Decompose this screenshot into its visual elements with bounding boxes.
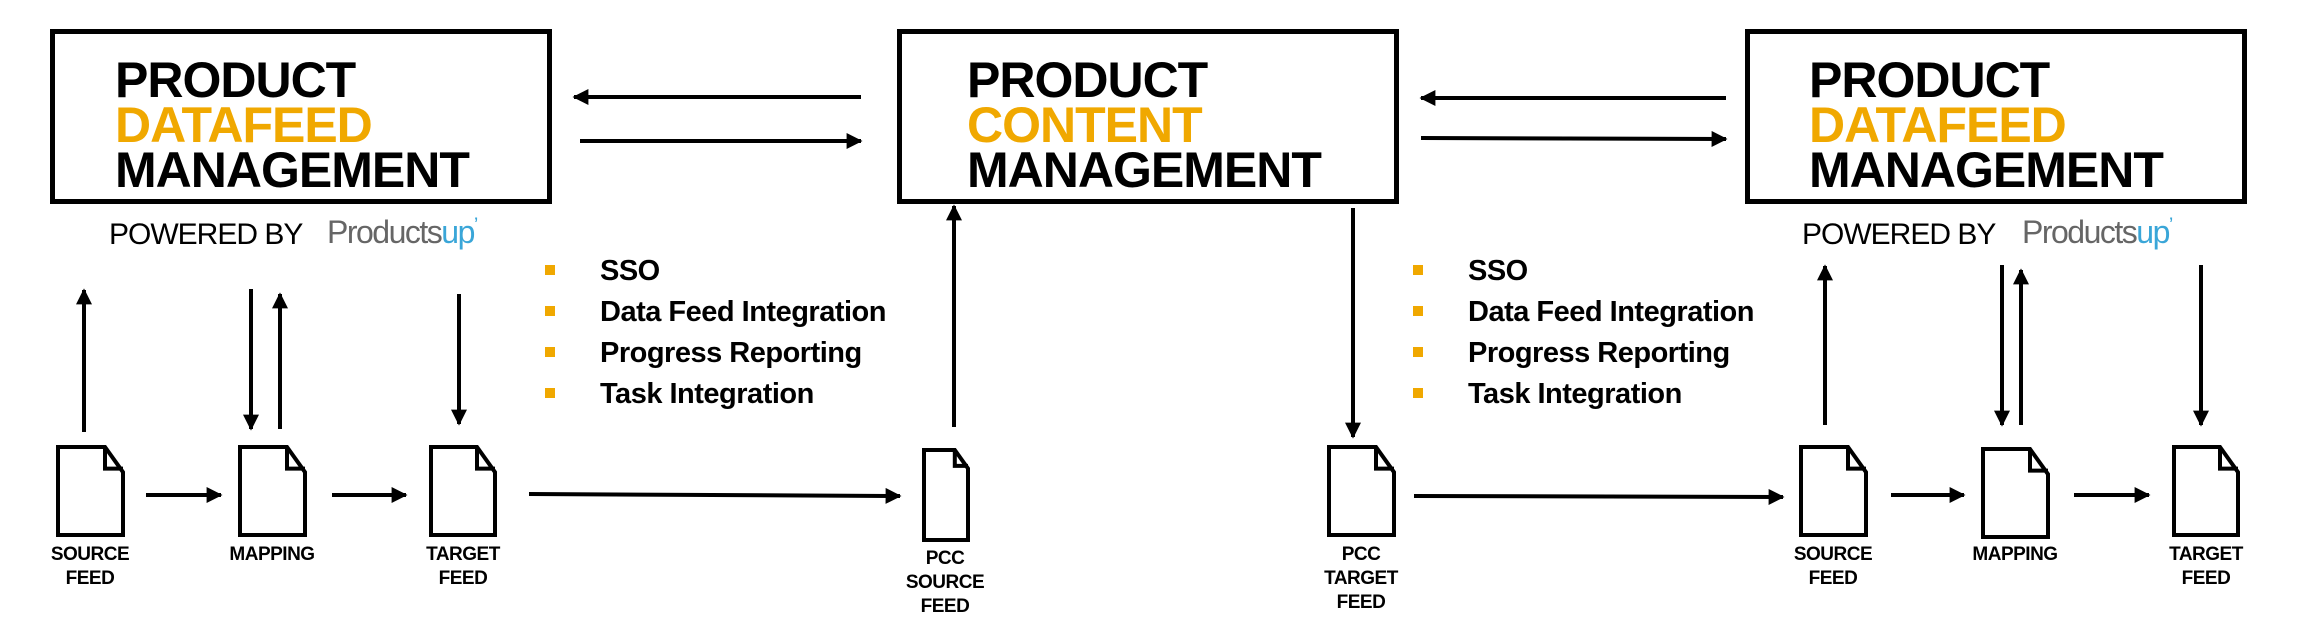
document-icon-pcc-source xyxy=(922,448,970,542)
label-line: FEED xyxy=(1808,568,1858,589)
box-title-line: MANAGEMENT xyxy=(1809,142,2164,198)
label-line: FEED xyxy=(920,596,970,617)
logo-mark-icon: ’ xyxy=(2168,214,2173,237)
label-line: FEED xyxy=(438,568,488,589)
arrow-center-to-right-box xyxy=(1420,130,1728,147)
label-line: FEED xyxy=(2181,568,2231,589)
feature-item: SSO xyxy=(545,256,886,297)
feature-text: Data Feed Integration xyxy=(600,296,887,328)
feature-text: SSO xyxy=(600,255,660,287)
label-line: PCC xyxy=(1341,544,1381,565)
bullet-square-icon xyxy=(1413,388,1423,398)
product-content-management-box: PRODUCT CONTENT MANAGEMENT xyxy=(897,29,1399,204)
box-title-line: MANAGEMENT xyxy=(967,142,1322,198)
document-icon-left-mapping xyxy=(238,445,307,537)
doc-label-right-mapping: MAPPING xyxy=(1945,543,2085,567)
document-icon-pcc-target xyxy=(1327,445,1396,537)
feature-list-right: SSO Data Feed Integration Progress Repor… xyxy=(1413,256,1755,420)
bullet-square-icon xyxy=(545,388,555,398)
feature-item: SSO xyxy=(1413,256,1754,297)
diagram: PRODUCT DATAFEED MANAGEMENT PRODUCT CONT… xyxy=(0,0,2297,621)
bullet-square-icon xyxy=(1413,265,1423,275)
feature-item: Progress Reporting xyxy=(1413,338,1754,379)
arrow-pcc-target-to-source xyxy=(1413,488,1785,505)
label-line: TARGET xyxy=(1324,568,1398,589)
powered-by-label-left: POWERED BY xyxy=(109,218,303,251)
doc-label-pcc-target: PCC TARGET FEED xyxy=(1291,543,1431,615)
label-line: TARGET xyxy=(426,544,500,565)
logo-accent: up xyxy=(2136,214,2170,250)
productsup-logo-right: Productsup’ xyxy=(2022,214,2173,251)
feature-text: SSO xyxy=(1468,255,1528,287)
doc-label-left-source: SOURCE FEED xyxy=(20,543,160,591)
doc-label-left-mapping: MAPPING xyxy=(202,543,342,567)
label-line: MAPPING xyxy=(229,544,315,565)
label-line: TARGET xyxy=(2169,544,2243,565)
document-icon-left-target xyxy=(429,445,497,537)
doc-label-pcc-source: PCC SOURCE FEED xyxy=(875,547,1015,619)
logo-text: Products xyxy=(327,214,443,250)
feature-item: Task Integration xyxy=(1413,379,1754,420)
doc-label-right-source: SOURCE FEED xyxy=(1763,543,1903,591)
document-icon-right-target xyxy=(2172,445,2240,537)
feature-item: Task Integration xyxy=(545,379,886,420)
bullet-square-icon xyxy=(545,265,555,275)
label-line: SOURCE xyxy=(50,544,130,565)
feature-item: Data Feed Integration xyxy=(1413,296,1755,338)
label-line: FEED xyxy=(65,568,115,589)
productsup-logo-left: Productsup’ xyxy=(327,214,478,251)
bullet-square-icon xyxy=(545,347,555,357)
document-icon-right-source xyxy=(1799,445,1868,537)
arrow-target-to-pcc-source xyxy=(528,487,902,504)
feature-text: Task Integration xyxy=(600,378,814,410)
bullet-square-icon xyxy=(1413,347,1423,357)
feature-text: Progress Reporting xyxy=(1468,337,1730,369)
feature-list-left: SSO Data Feed Integration Progress Repor… xyxy=(545,256,887,420)
logo-text: Products xyxy=(2022,214,2138,250)
logo-mark-icon: ’ xyxy=(473,214,478,237)
label-line: MAPPING xyxy=(1972,544,2058,565)
bullet-square-icon xyxy=(1413,306,1423,316)
label-line: PCC xyxy=(925,548,965,569)
document-icon-right-mapping xyxy=(1981,447,2050,539)
product-datafeed-management-box-right: PRODUCT DATAFEED MANAGEMENT xyxy=(1745,29,2247,204)
label-line: FEED xyxy=(1336,592,1386,613)
powered-by-label-right: POWERED BY xyxy=(1802,218,1996,251)
feature-text: Task Integration xyxy=(1468,378,1682,410)
doc-label-left-target: TARGET FEED xyxy=(393,543,533,591)
logo-accent: up xyxy=(441,214,475,250)
document-icon-left-source xyxy=(56,445,125,537)
doc-label-right-target: TARGET FEED xyxy=(2136,543,2276,591)
bullet-square-icon xyxy=(545,306,555,316)
label-line: SOURCE xyxy=(1793,544,1873,565)
feature-text: Data Feed Integration xyxy=(1468,296,1755,328)
feature-text: Progress Reporting xyxy=(600,337,862,369)
feature-item: Data Feed Integration xyxy=(545,296,887,338)
feature-item: Progress Reporting xyxy=(545,338,886,379)
product-datafeed-management-box-left: PRODUCT DATAFEED MANAGEMENT xyxy=(50,29,552,204)
label-line: SOURCE xyxy=(905,572,985,593)
box-title-line: MANAGEMENT xyxy=(115,142,470,198)
